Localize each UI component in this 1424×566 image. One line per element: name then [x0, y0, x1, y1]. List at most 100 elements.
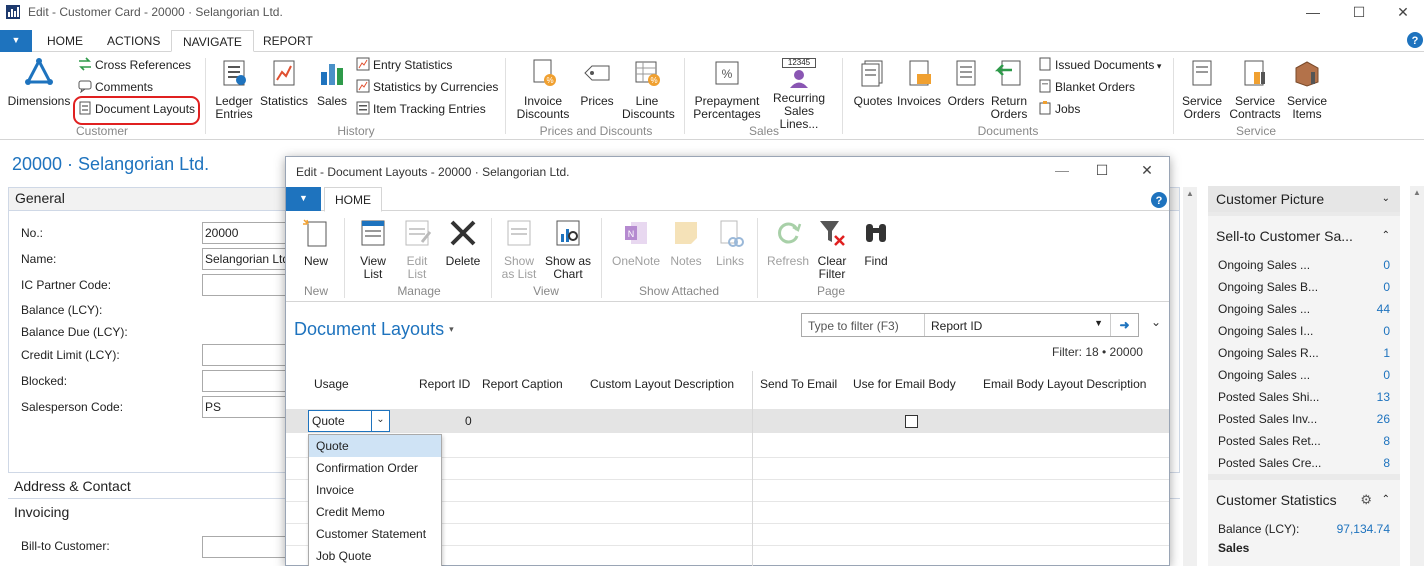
tab-navigate[interactable]: NAVIGATE	[171, 30, 254, 52]
maximize-button[interactable]: ☐	[1336, 0, 1382, 26]
dialog-page-title[interactable]: Document Layouts ▾	[294, 319, 454, 340]
service-items-button[interactable]: Service Items	[1284, 58, 1330, 121]
prepayment-percentages-button[interactable]: % Prepayment Percentages	[690, 58, 764, 121]
line-discounts-button[interactable]: % Line Discounts	[622, 58, 675, 121]
prices-button[interactable]: Prices	[575, 58, 619, 108]
bill-to-customer-field[interactable]	[202, 536, 288, 558]
quotes-button[interactable]: Quotes	[850, 58, 896, 108]
show-as-chart-button[interactable]: Show as Chart	[542, 218, 594, 281]
service-orders-button[interactable]: Service Orders	[1178, 58, 1226, 121]
column-send-to-email[interactable]: Send To Email	[760, 377, 837, 391]
address-contact-fasttab[interactable]: Address & Contact	[8, 474, 131, 498]
salesperson-code-field[interactable]: PS	[202, 396, 288, 418]
dialog-help-icon[interactable]: ?	[1151, 192, 1167, 208]
service-items-label: Service Items	[1286, 94, 1327, 121]
dimensions-button[interactable]: Dimensions	[6, 57, 72, 108]
column-use-for-email-body[interactable]: Use for Email Body	[853, 377, 956, 391]
sales-factbox-row-value[interactable]: 0	[1383, 254, 1390, 276]
usage-option[interactable]: Invoice	[309, 479, 441, 501]
sales-factbox-row-value[interactable]: 0	[1383, 364, 1390, 386]
table-row[interactable]	[286, 409, 1169, 433]
sales-factbox-row-value[interactable]: 13	[1377, 386, 1390, 408]
chevron-down-icon[interactable]: ⌄	[371, 411, 389, 431]
column-report-id[interactable]: Report ID	[419, 377, 470, 391]
ic-partner-code-field[interactable]	[202, 274, 288, 296]
sales-factbox-row-value[interactable]: 8	[1383, 452, 1390, 474]
issued-documents-button[interactable]: Issued Documents ▾	[1038, 55, 1161, 75]
filter-input[interactable]: Type to filter (F3)	[808, 319, 899, 333]
usage-option[interactable]: Confirmation Order	[309, 457, 441, 479]
column-usage[interactable]: Usage	[314, 377, 349, 391]
tab-home[interactable]: HOME	[36, 30, 94, 52]
sales-factbox-row-value[interactable]: 8	[1383, 430, 1390, 452]
sell-to-customer-sales-header[interactable]: Sell-to Customer Sa... ⌃	[1208, 223, 1400, 249]
clear-filter-button[interactable]: Clear Filter	[812, 218, 852, 281]
delete-button[interactable]: Delete	[440, 218, 486, 268]
factbox-scrollbar[interactable]: ▲	[1410, 186, 1424, 566]
sales-factbox-row-value[interactable]: 0	[1383, 276, 1390, 298]
invoice-discounts-button[interactable]: % Invoice Discounts	[512, 58, 574, 121]
filter-field-select[interactable]: Report ID ▼	[924, 314, 1109, 336]
dialog-app-menu-button[interactable]: ▼	[286, 187, 321, 211]
notes-button[interactable]: Notes	[666, 218, 706, 268]
usage-option[interactable]: Job Quote	[309, 545, 441, 566]
dialog-close-button[interactable]: ✕	[1124, 158, 1170, 184]
orders-button[interactable]: Orders	[944, 58, 988, 108]
sales-factbox-row-value[interactable]: 0	[1383, 320, 1390, 342]
usage-option[interactable]: Credit Memo	[309, 501, 441, 523]
content-scrollbar[interactable]: ▲	[1183, 187, 1197, 566]
expand-chevron-icon[interactable]: ⌄	[1151, 315, 1161, 329]
view-list-button[interactable]: View List	[352, 218, 394, 281]
customer-picture-header[interactable]: Customer Picture ⌄	[1208, 186, 1400, 212]
ledger-entries-button[interactable]: Ledger Entries	[209, 58, 259, 121]
return-orders-button[interactable]: Return Orders	[988, 58, 1030, 121]
blocked-field[interactable]	[202, 370, 288, 392]
column-custom-layout-description[interactable]: Custom Layout Description	[590, 377, 734, 391]
column-email-body-layout-description[interactable]: Email Body Layout Description	[983, 377, 1146, 391]
find-button[interactable]: Find	[856, 218, 896, 268]
jobs-button[interactable]: Jobs	[1038, 99, 1080, 119]
refresh-button[interactable]: Refresh	[764, 218, 812, 268]
column-report-caption[interactable]: Report Caption	[482, 377, 563, 391]
onenote-button[interactable]: N OneNote	[608, 218, 664, 268]
use-for-email-body-checkbox[interactable]	[905, 415, 918, 428]
app-menu-button[interactable]: ▼	[0, 30, 32, 52]
links-button[interactable]: Links	[710, 218, 750, 268]
credit-limit-field[interactable]	[202, 344, 288, 366]
usage-option[interactable]: Quote	[309, 435, 441, 457]
item-tracking-entries-button[interactable]: Item Tracking Entries	[356, 99, 486, 119]
sales-button[interactable]: Sales	[312, 58, 352, 108]
show-as-list-button[interactable]: Show as List	[498, 218, 540, 281]
minimize-button[interactable]: —	[1290, 0, 1336, 26]
recurring-sales-lines-button[interactable]: 12345 Recurring Sales Lines...	[767, 58, 831, 131]
sales-factbox-row-value[interactable]: 44	[1377, 298, 1390, 320]
gears-icon[interactable]: ⚙	[1360, 487, 1372, 513]
edit-list-button[interactable]: Edit List	[396, 218, 438, 281]
prepayment-percentages-label: Prepayment Percentages	[693, 94, 761, 121]
usage-option[interactable]: Customer Statement	[309, 523, 441, 545]
no-field[interactable]: 20000	[202, 222, 288, 244]
entry-statistics-button[interactable]: Entry Statistics	[356, 55, 452, 75]
statistics-by-currencies-button[interactable]: Statistics by Currencies	[356, 77, 498, 97]
report-id-cell[interactable]: 0	[465, 414, 472, 428]
customer-statistics-header[interactable]: Customer Statistics ⚙ ⌃	[1208, 487, 1400, 513]
help-icon[interactable]: ?	[1407, 32, 1423, 48]
tab-actions[interactable]: ACTIONS	[96, 30, 171, 52]
apply-filter-arrow-icon[interactable]: ➜	[1110, 314, 1138, 336]
close-button[interactable]: ✕	[1380, 0, 1424, 26]
usage-combobox[interactable]: Quote ⌄	[308, 410, 390, 432]
dialog-maximize-button[interactable]: ☐	[1079, 158, 1125, 184]
sales-factbox-row-value[interactable]: 26	[1377, 408, 1390, 430]
statistics-button[interactable]: Statistics	[258, 58, 310, 108]
invoicing-fasttab[interactable]: Invoicing	[8, 500, 69, 524]
comments-button[interactable]: Comments	[78, 77, 153, 97]
new-button[interactable]: New	[296, 218, 336, 268]
blanket-orders-button[interactable]: Blanket Orders	[1038, 77, 1135, 97]
tab-report[interactable]: REPORT	[252, 30, 324, 52]
invoices-button[interactable]: Invoices	[896, 58, 942, 108]
cross-references-button[interactable]: Cross References	[78, 55, 191, 75]
sales-factbox-row-value[interactable]: 1	[1383, 342, 1390, 364]
name-field[interactable]: Selangorian Ltd	[202, 248, 288, 270]
dialog-tab-home[interactable]: HOME	[324, 187, 382, 212]
service-contracts-button[interactable]: Service Contracts	[1228, 58, 1282, 121]
